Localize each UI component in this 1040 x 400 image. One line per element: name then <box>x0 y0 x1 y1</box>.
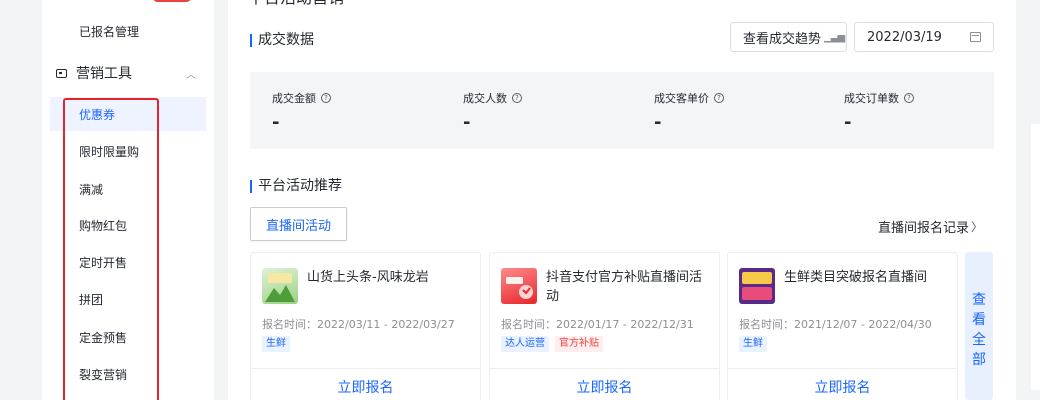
metric-label-text: 成交人数 <box>463 92 507 105</box>
sidebar-item-timed-sale[interactable]: 定时开售 <box>79 255 127 271</box>
trend-button-label: 查看成交趋势 <box>743 31 822 47</box>
activity-tags: 生鲜 <box>262 336 290 352</box>
signup-button[interactable]: 立即报名 <box>728 377 957 397</box>
chevron-right-icon: 〉 <box>971 220 984 234</box>
metrics-panel: 成交金额? - 成交人数? - 成交客单价? - 成交订单数? - <box>250 72 994 149</box>
sidebar-item-fission[interactable]: 裂变营销 <box>79 367 127 383</box>
sidebar-top-badge <box>152 0 192 2</box>
date-value: 2022/03/19 <box>867 29 942 45</box>
activity-time: 报名时间：2022/03/11 - 2022/03/27 <box>262 318 455 331</box>
chevron-up-icon[interactable]: ︿ <box>186 66 196 81</box>
calendar-icon <box>970 32 981 42</box>
sidebar-item-flash-sale[interactable]: 限时限量购 <box>79 144 139 160</box>
metric-value: - <box>844 112 852 133</box>
sidebar-item-coupon[interactable]: 优惠券 <box>50 97 206 131</box>
help-icon[interactable]: ? <box>512 93 522 103</box>
activity-time: 报名时间：2021/12/07 - 2022/04/30 <box>739 318 932 331</box>
metric-label-text: 成交金额 <box>272 92 316 105</box>
recommend-section-title: 平台活动推荐 <box>250 177 342 195</box>
section-accent-bar <box>250 33 252 47</box>
card-divider <box>251 368 480 369</box>
sidebar-item-registered[interactable]: 已报名管理 <box>79 24 139 40</box>
signup-button[interactable]: 立即报名 <box>251 377 480 397</box>
metric-label-text: 成交客单价 <box>654 92 709 105</box>
activity-thumbnail <box>262 268 298 304</box>
card-divider <box>728 368 957 369</box>
help-icon[interactable]: ? <box>321 93 331 103</box>
activity-card[interactable]: 生鲜类目突破报名直播间 报名时间：2021/12/07 - 2022/04/30… <box>727 252 958 400</box>
record-link-text: 直播间报名记录 <box>878 221 970 236</box>
activity-thumbnail <box>501 268 537 304</box>
signup-button[interactable]: 立即报名 <box>490 377 719 397</box>
main-panel: 平台活动营销 成交数据 查看成交趋势 ▁▃▅ 2022/03/19 成交金额? … <box>228 0 1016 400</box>
activity-tags: 生鲜 <box>739 336 767 352</box>
view-all-button[interactable]: 查 看 全 部 <box>965 252 993 400</box>
sidebar-item-label: 优惠券 <box>79 108 116 122</box>
metric-label: 成交客单价? <box>654 90 724 106</box>
activity-tag: 生鲜 <box>739 336 767 352</box>
card-divider <box>490 368 719 369</box>
view-all-char: 全 <box>972 332 986 348</box>
sidebar-item-full-reduction[interactable]: 满减 <box>79 182 103 198</box>
activity-tag: 官方补贴 <box>555 336 603 352</box>
right-side-panel <box>1031 124 1040 390</box>
activity-title: 抖音支付官方补贴直播间活动 <box>546 270 703 304</box>
sidebar-group-marketing-tools[interactable]: 营销工具 <box>56 62 132 84</box>
page-title: 平台活动营销 <box>248 0 344 8</box>
metric-label: 成交金额? <box>272 90 331 106</box>
metric-label: 成交订单数? <box>844 90 914 106</box>
view-all-char: 看 <box>972 312 986 328</box>
metric-value: - <box>463 112 471 133</box>
sidebar: 已报名管理 营销工具 ︿ 优惠券 限时限量购 满减 购物红包 定时开售 拼团 定… <box>42 0 214 400</box>
activity-tag: 达人运营 <box>501 336 549 352</box>
metric-value: - <box>654 112 662 133</box>
help-icon[interactable]: ? <box>904 93 914 103</box>
activity-title: 生鲜类目突破报名直播间 <box>784 270 928 285</box>
tab-live-room-activity[interactable]: 直播间活动 <box>250 207 347 241</box>
activity-tags: 达人运营 官方补贴 <box>501 336 603 352</box>
activity-card[interactable]: 山货上头条-风味龙岩 报名时间：2022/03/11 - 2022/03/27 … <box>250 252 481 400</box>
sidebar-item-red-packet[interactable]: 购物红包 <box>79 218 127 234</box>
live-signup-record-link[interactable]: 直播间报名记录 〉 <box>878 217 983 236</box>
activity-thumbnail <box>739 268 775 304</box>
view-all-char: 查 <box>972 292 986 308</box>
help-icon[interactable]: ? <box>714 93 724 103</box>
metric-value: - <box>272 112 280 133</box>
metric-label-text: 成交订单数 <box>844 92 899 105</box>
activity-tag: 生鲜 <box>262 336 290 352</box>
section-title-text: 成交数据 <box>258 32 314 48</box>
sidebar-group-label: 营销工具 <box>76 66 132 82</box>
view-all-char: 部 <box>972 352 986 368</box>
section-title-text: 平台活动推荐 <box>258 178 342 194</box>
activity-title: 山货上头条-风味龙岩 <box>307 270 429 285</box>
toolbox-icon <box>56 68 67 78</box>
trend-chart-icon: ▁▃▅ <box>824 31 845 43</box>
sidebar-item-group-buy[interactable]: 拼团 <box>79 292 103 308</box>
sidebar-item-presale[interactable]: 定金预售 <box>79 330 127 346</box>
section-accent-bar <box>250 179 252 193</box>
activity-time: 报名时间：2022/01/17 - 2022/12/31 <box>501 318 694 331</box>
metric-label: 成交人数? <box>463 90 522 106</box>
view-trend-button[interactable]: 查看成交趋势 ▁▃▅ <box>730 22 847 52</box>
date-picker[interactable]: 2022/03/19 <box>854 22 994 52</box>
deal-data-section-title: 成交数据 <box>250 31 314 49</box>
activity-card[interactable]: 抖音支付官方补贴直播间活动 报名时间：2022/01/17 - 2022/12/… <box>489 252 720 400</box>
